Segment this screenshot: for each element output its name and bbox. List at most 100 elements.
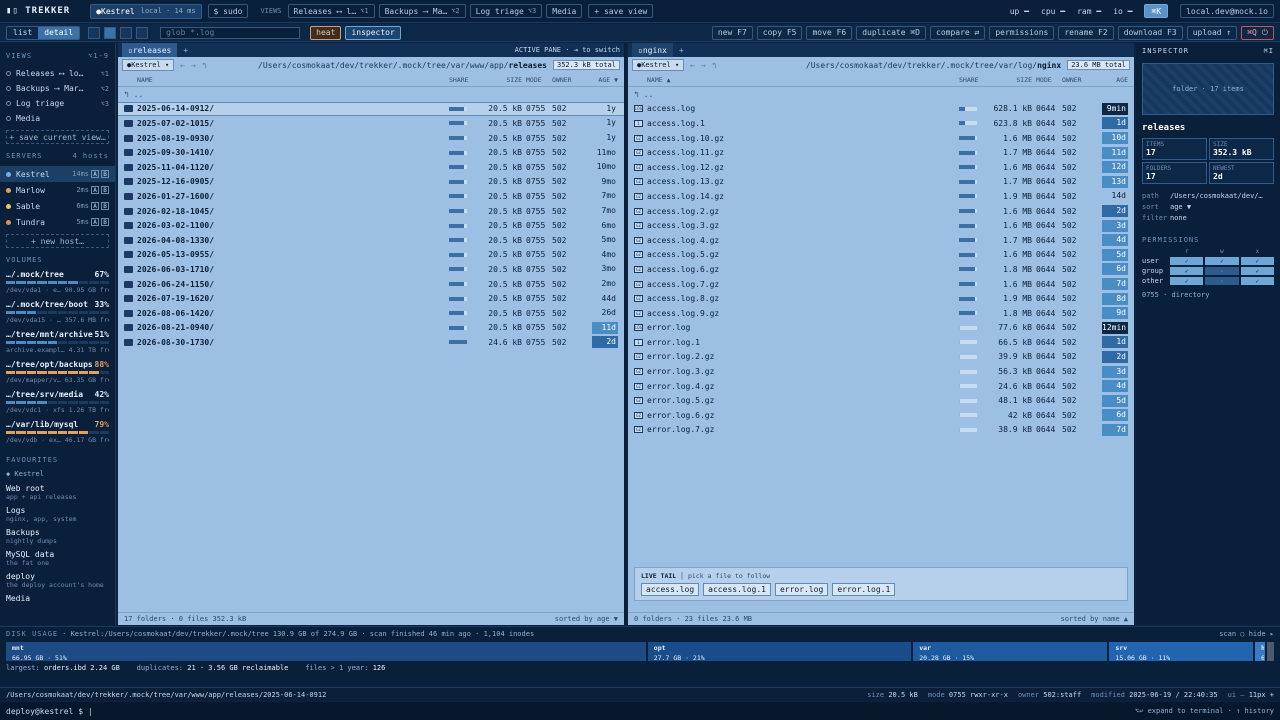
col-size[interactable]: SIZE bbox=[997, 76, 1032, 84]
file-row[interactable]: GZ access.log.5.gz 1.6 MB 0644 502 5d bbox=[628, 248, 1134, 263]
duplicates-value[interactable]: 21 · 3.56 GB reclaimable bbox=[187, 664, 288, 672]
pane-a-icon[interactable]: A bbox=[91, 186, 99, 194]
pane-a-icon[interactable]: A bbox=[91, 202, 99, 210]
pane-a-icon[interactable]: A bbox=[91, 218, 99, 226]
volume-item[interactable]: …/var/lib/mysql 79% /dev/vdb · ex… 46.17 G… bbox=[6, 420, 110, 444]
right-path[interactable]: /Users/cosmokaat/dev/trekker/.mock/tree/… bbox=[806, 61, 1061, 70]
file-row[interactable]: 2025-11-04-1120/20.5 kB 0755 502 10mo bbox=[118, 160, 624, 175]
file-row[interactable]: GZ error.log.5.gz 48.1 kB 0644 502 5d bbox=[628, 393, 1134, 408]
mode-detail[interactable]: detail bbox=[38, 26, 80, 39]
col-name[interactable]: NAME bbox=[131, 76, 449, 84]
back-arrow-icon[interactable]: ← bbox=[180, 61, 185, 70]
volume-item[interactable]: …/.mock/tree 67% /dev/vda1 · e… 90.95 GB f… bbox=[6, 270, 110, 294]
volume-item[interactable]: …/tree/mnt/archive 51% archive.exampl… 4.3… bbox=[6, 330, 110, 354]
account-chip[interactable]: local.dev@mock.io bbox=[1180, 4, 1274, 18]
action-download-button[interactable]: download F3 bbox=[1117, 25, 1183, 40]
file-row[interactable]: 1 error.log.1 66.5 kB 0644 502 1d bbox=[628, 335, 1134, 350]
col-owner[interactable]: OWNER bbox=[1058, 76, 1102, 84]
sidebar-view-item[interactable]: Backups ⟶ Mar… ⌥2 bbox=[6, 81, 109, 96]
action-new-button[interactable]: new F7 bbox=[711, 25, 753, 40]
sidebar-view-item[interactable]: Releases ⟷ lo… ⌥1 bbox=[6, 66, 109, 81]
file-row[interactable]: 2025-08-19-0930/20.5 kB 0755 502 1y bbox=[118, 131, 624, 146]
left-sort[interactable]: sorted by age ▼ bbox=[555, 615, 618, 623]
file-row[interactable]: 2026-08-21-0940/20.5 kB 0755 502 11d bbox=[118, 321, 624, 336]
file-row[interactable]: GZ error.log.7.gz 38.9 kB 0644 502 7d bbox=[628, 423, 1134, 438]
terminal-cursor[interactable]: | bbox=[88, 707, 93, 716]
action-move-button[interactable]: move F6 bbox=[806, 25, 853, 40]
action-permissions-button[interactable]: permissions bbox=[989, 25, 1055, 40]
file-row[interactable]: LOG access.log 628.1 kB 0644 502 9min bbox=[628, 102, 1134, 117]
meter-cpu[interactable]: cpu ━ bbox=[1041, 7, 1065, 16]
col-size[interactable]: SIZE bbox=[487, 76, 522, 84]
volume-item[interactable]: …/.mock/tree/boot 33% /dev/vda15 · … 357.6… bbox=[6, 300, 110, 324]
perm-other-w[interactable]: · bbox=[1205, 277, 1239, 285]
file-row[interactable]: 2026-08-06-1420/20.5 kB 0755 502 26d bbox=[118, 306, 624, 321]
view-chip[interactable]: Log triage ⌥3 bbox=[469, 4, 543, 18]
treemap-block-srv[interactable]: srv 15.06 GB · 11% bbox=[1109, 642, 1254, 661]
old-files-value[interactable]: 126 bbox=[373, 664, 386, 672]
pane-a-icon[interactable]: A bbox=[91, 170, 99, 178]
sudo-button[interactable]: $ sudo bbox=[207, 4, 249, 18]
largest-value[interactable]: orders.ibd 2.24 GB bbox=[44, 664, 120, 672]
parent-dir-row[interactable]: ↰ .. bbox=[118, 87, 624, 102]
file-row[interactable]: GZ access.log.7.gz 1.6 MB 0644 502 7d bbox=[628, 277, 1134, 292]
live-tail-file-chip[interactable]: access.log bbox=[641, 583, 700, 596]
col-age[interactable]: AGE ▼ bbox=[592, 76, 624, 84]
right-pane[interactable]: ▫ nginx + ● Kestrel ▾ ← → ↰ /Users/cosmo… bbox=[628, 43, 1134, 625]
new-host-button[interactable]: + new host… bbox=[6, 234, 109, 248]
treemap-block-opt[interactable]: opt 27.7 GB · 21% bbox=[647, 642, 912, 661]
layout-dual-icon[interactable] bbox=[104, 26, 117, 39]
file-row[interactable]: GZ access.log.6.gz 1.8 MB 0644 502 6d bbox=[628, 262, 1134, 277]
file-row[interactable]: GZ access.log.12.gz 1.6 MB 0644 502 12d bbox=[628, 160, 1134, 175]
file-row[interactable]: GZ error.log.6.gz 42 kB 0644 502 6d bbox=[628, 408, 1134, 423]
view-chip[interactable]: Releases ⟷ l… ⌥1 bbox=[287, 4, 375, 18]
left-host-select[interactable]: ● Kestrel ▾ bbox=[122, 59, 175, 71]
right-host-select[interactable]: ● Kestrel ▾ bbox=[632, 59, 685, 71]
server-item-sable[interactable]: Sable 6ms A B bbox=[0, 198, 115, 214]
file-row[interactable]: GZ error.log.4.gz 24.6 kB 0644 502 4d bbox=[628, 379, 1134, 394]
server-item-kestrel[interactable]: Kestrel 14ms A B bbox=[0, 166, 115, 182]
volume-item[interactable]: …/tree/srv/media 42% /dev/vdc1 · xfs 1.26 … bbox=[6, 390, 110, 414]
file-row[interactable]: 1 access.log.1 623.8 kB 0644 502 1d bbox=[628, 116, 1134, 131]
file-row[interactable]: 2025-09-30-1410/20.5 kB 0755 502 11mo bbox=[118, 145, 624, 160]
file-row[interactable]: GZ access.log.10.gz 1.6 MB 0644 502 10d bbox=[628, 131, 1134, 146]
pane-b-icon[interactable]: B bbox=[101, 202, 109, 210]
perm-other-r[interactable]: ✓ bbox=[1170, 277, 1204, 285]
file-row[interactable]: 2026-06-03-1710/20.5 kB 0755 502 3mo bbox=[118, 262, 624, 277]
left-path[interactable]: /Users/cosmokaat/dev/trekker/.mock/tree/… bbox=[258, 61, 547, 70]
perm-user-x[interactable]: ✓ bbox=[1240, 257, 1274, 265]
file-row[interactable]: GZ access.log.4.gz 1.7 MB 0644 502 4d bbox=[628, 233, 1134, 248]
file-row[interactable]: GZ access.log.2.gz 1.6 MB 0644 502 2d bbox=[628, 204, 1134, 219]
layout-triple-icon[interactable] bbox=[120, 26, 133, 39]
tab-nginx[interactable]: ▫ nginx bbox=[632, 43, 673, 57]
live-tail-file-chip[interactable]: access.log.1 bbox=[703, 583, 771, 596]
forward-arrow-icon[interactable]: → bbox=[701, 61, 706, 70]
perm-other-x[interactable]: ✓ bbox=[1240, 277, 1274, 285]
favourite-item[interactable]: deploy the deploy account's home bbox=[6, 572, 109, 589]
file-row[interactable]: 2026-06-24-1150/20.5 kB 0755 502 2mo bbox=[118, 277, 624, 292]
volume-item[interactable]: …/tree/opt/backups 88% /dev/mapper/v… 63.3… bbox=[6, 360, 110, 384]
pane-b-icon[interactable]: B bbox=[101, 218, 109, 226]
heat-toggle[interactable]: heat bbox=[310, 25, 342, 40]
pane-b-icon[interactable]: B bbox=[101, 170, 109, 178]
up-dir-icon[interactable]: ↰ bbox=[202, 61, 207, 70]
file-row[interactable]: 2026-03-02-1100/20.5 kB 0755 502 6mo bbox=[118, 218, 624, 233]
action-rename-button[interactable]: rename F2 bbox=[1058, 25, 1114, 40]
server-item-tundra[interactable]: Tundra 5ms A B bbox=[0, 214, 115, 230]
perm-group-x[interactable]: ✓ bbox=[1240, 267, 1274, 275]
action-duplicate-button[interactable]: duplicate ⌘D bbox=[856, 25, 926, 40]
col-mode[interactable]: MODE bbox=[1032, 76, 1058, 84]
file-row[interactable]: 2026-04-08-1330/20.5 kB 0755 502 5mo bbox=[118, 233, 624, 248]
file-row[interactable]: 2026-07-19-1620/20.5 kB 0755 502 44d bbox=[118, 291, 624, 306]
treemap-block-h…[interactable]: h… 6… bbox=[1255, 642, 1266, 661]
right-sort[interactable]: sorted by name ▲ bbox=[1061, 615, 1128, 623]
file-row[interactable]: 2025-12-16-0905/20.5 kB 0755 502 9mo bbox=[118, 175, 624, 190]
file-row[interactable]: LOG error.log 77.6 kB 0644 502 12min bbox=[628, 321, 1134, 336]
layout-single-icon[interactable] bbox=[88, 26, 101, 39]
parent-dir-row[interactable]: ↰ .. bbox=[628, 87, 1134, 102]
host-chip[interactable]: ● Kestrel local · 14 ms bbox=[90, 3, 202, 19]
up-dir-icon[interactable]: ↰ bbox=[712, 61, 717, 70]
favourite-item[interactable]: Backups nightly dumps bbox=[6, 528, 109, 545]
file-row[interactable]: 2025-07-02-1015/20.5 kB 0755 502 1y bbox=[118, 116, 624, 131]
treemap-block-mnt[interactable]: mnt 66.95 GB · 51% bbox=[6, 642, 646, 661]
